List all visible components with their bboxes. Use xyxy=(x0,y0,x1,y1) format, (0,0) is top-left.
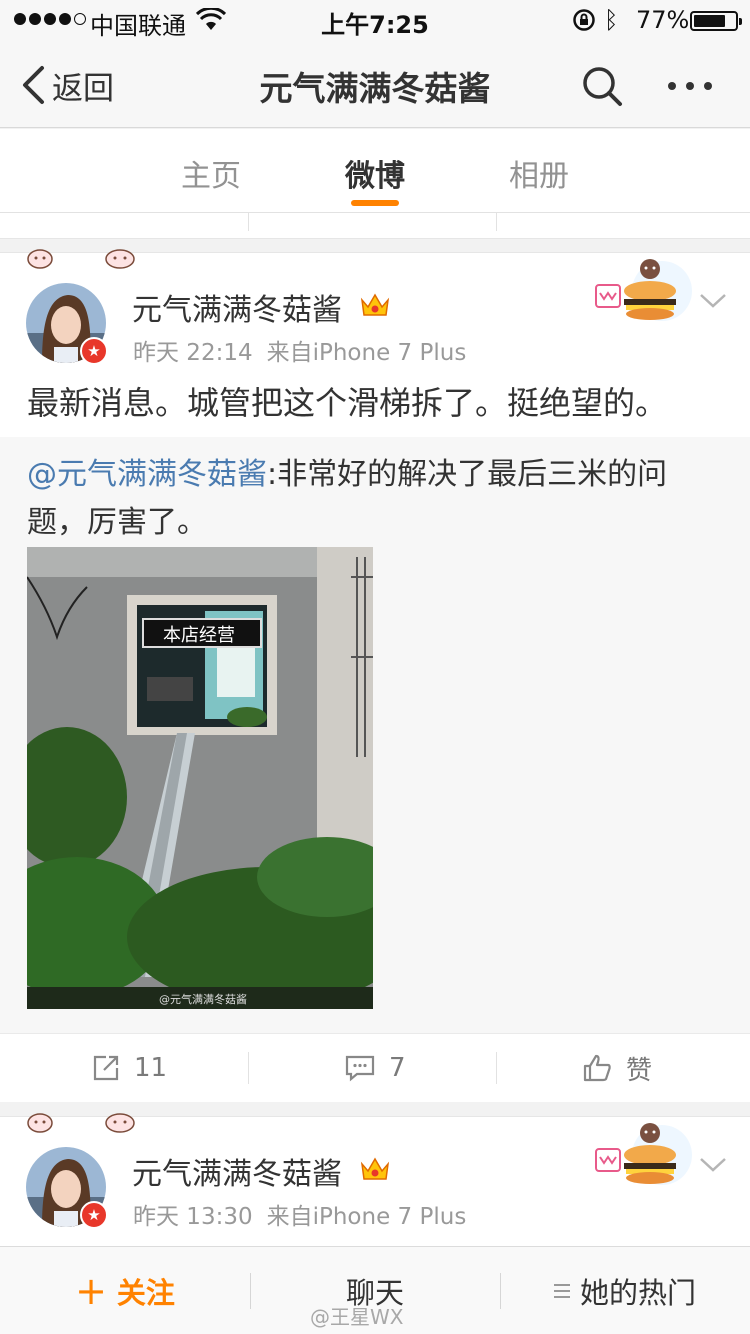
more-options-icon[interactable] xyxy=(664,64,716,108)
vip-crown-icon xyxy=(360,1157,390,1180)
cat-ears-decoration xyxy=(27,1113,135,1133)
active-tab-indicator xyxy=(351,200,399,206)
repost-count: 11 xyxy=(134,1053,168,1083)
burger-sticker-icon xyxy=(595,1123,692,1185)
search-icon[interactable] xyxy=(580,64,624,108)
hot-posts-button[interactable]: 她的热门 xyxy=(500,1247,750,1334)
verified-badge-icon: ★ xyxy=(80,1201,108,1229)
chevron-left-icon xyxy=(23,66,44,104)
rotation-lock-icon xyxy=(573,9,595,31)
repost-button[interactable]: 11 xyxy=(92,1034,167,1102)
reposted-content[interactable]: @元气满满冬菇酱:非常好的解决了最后三米的问题，厉害了。 本店经营 @元气满满冬… xyxy=(0,437,750,1033)
comment-icon xyxy=(345,1055,375,1082)
back-button[interactable]: 返回 xyxy=(20,62,114,108)
top-bar: 中国联通 上午7:25 ᛒ 77% 返回 元气满满冬菇酱 xyxy=(0,0,750,128)
chevron-down-icon[interactable] xyxy=(698,1149,728,1179)
post-time: 昨天 13:30 xyxy=(133,1204,253,1230)
bluetooth-icon: ᛒ xyxy=(604,6,619,34)
battery-percent: 77% xyxy=(636,6,690,34)
slide-photo: 本店经营 @元气满满冬菇酱 xyxy=(27,547,373,1009)
status-bar: 中国联通 上午7:25 ᛒ 77% xyxy=(0,0,750,40)
repost-text: @元气满满冬菇酱:非常好的解决了最后三米的问题，厉害了。 xyxy=(27,451,727,547)
post-username[interactable]: 元气满满冬菇酱 xyxy=(132,1149,342,1193)
post-action-bar: 11 7 赞 xyxy=(0,1033,750,1101)
previous-post-actions xyxy=(0,213,750,239)
follow-button[interactable]: + 关注 xyxy=(0,1247,250,1334)
post-source: 来自iPhone 7 Plus xyxy=(266,340,467,366)
repost-icon xyxy=(93,1055,119,1081)
post-username[interactable]: 元气满满冬菇酱 xyxy=(132,285,342,329)
like-label: 赞 xyxy=(626,1055,653,1086)
list-icon xyxy=(553,1284,570,1298)
post-image[interactable]: 本店经营 @元气满满冬菇酱 xyxy=(27,547,373,1009)
thumbs-up-icon xyxy=(583,1054,611,1082)
shop-sign-text: 本店经营 xyxy=(163,625,235,646)
verified-badge-icon: ★ xyxy=(80,337,108,365)
post-text: 最新消息。城管把这个滑梯拆了。挺绝望的。 xyxy=(27,384,668,422)
comment-button[interactable]: 7 xyxy=(345,1034,406,1102)
screen: 中国联通 上午7:25 ᛒ 77% 返回 元气满满冬菇酱 主页 微博 相册 ★ … xyxy=(0,0,750,1334)
post-meta: 昨天 13:30 来自iPhone 7 Plus xyxy=(133,1197,466,1231)
tab-home[interactable]: 主页 xyxy=(151,151,271,195)
follow-label: 关注 xyxy=(116,1276,175,1310)
like-button[interactable]: 赞 xyxy=(582,1034,652,1102)
weibo-post: ★ 元气满满冬菇酱 昨天 13:30 来自iPhone 7 Plus xyxy=(0,1113,750,1256)
battery-icon xyxy=(690,11,742,31)
vip-crown-icon xyxy=(360,293,390,316)
post-source: 来自iPhone 7 Plus xyxy=(266,1204,467,1230)
back-label: 返回 xyxy=(52,70,114,107)
image-watermark: @元气满满冬菇酱 xyxy=(159,992,247,1006)
cat-ears-decoration xyxy=(27,249,135,269)
avatar[interactable]: ★ xyxy=(26,283,108,365)
burger-sticker-icon xyxy=(595,259,692,321)
bottom-action-bar: + 关注 聊天 她的热门 xyxy=(0,1246,750,1334)
chat-label: 聊天 xyxy=(345,1276,404,1310)
tab-album[interactable]: 相册 xyxy=(479,151,599,195)
plus-icon: + xyxy=(75,1269,107,1313)
tab-weibo[interactable]: 微博 xyxy=(315,151,435,195)
weibo-post: ★ 元气满满冬菇酱 昨天 22:14 来自iPhone 7 Plus 最新消息。城… xyxy=(0,249,750,1102)
mention-link[interactable]: @元气满满冬菇酱 xyxy=(27,457,267,492)
avatar[interactable]: ★ xyxy=(26,1147,108,1229)
post-meta: 昨天 22:14 来自iPhone 7 Plus xyxy=(133,333,466,367)
chevron-down-icon[interactable] xyxy=(698,285,728,315)
hot-posts-label: 她的热门 xyxy=(579,1276,696,1310)
post-time: 昨天 22:14 xyxy=(133,340,253,366)
comment-count: 7 xyxy=(389,1053,406,1083)
chat-button[interactable]: 聊天 xyxy=(250,1247,500,1334)
profile-tabs: 主页 微博 相册 xyxy=(0,129,750,213)
